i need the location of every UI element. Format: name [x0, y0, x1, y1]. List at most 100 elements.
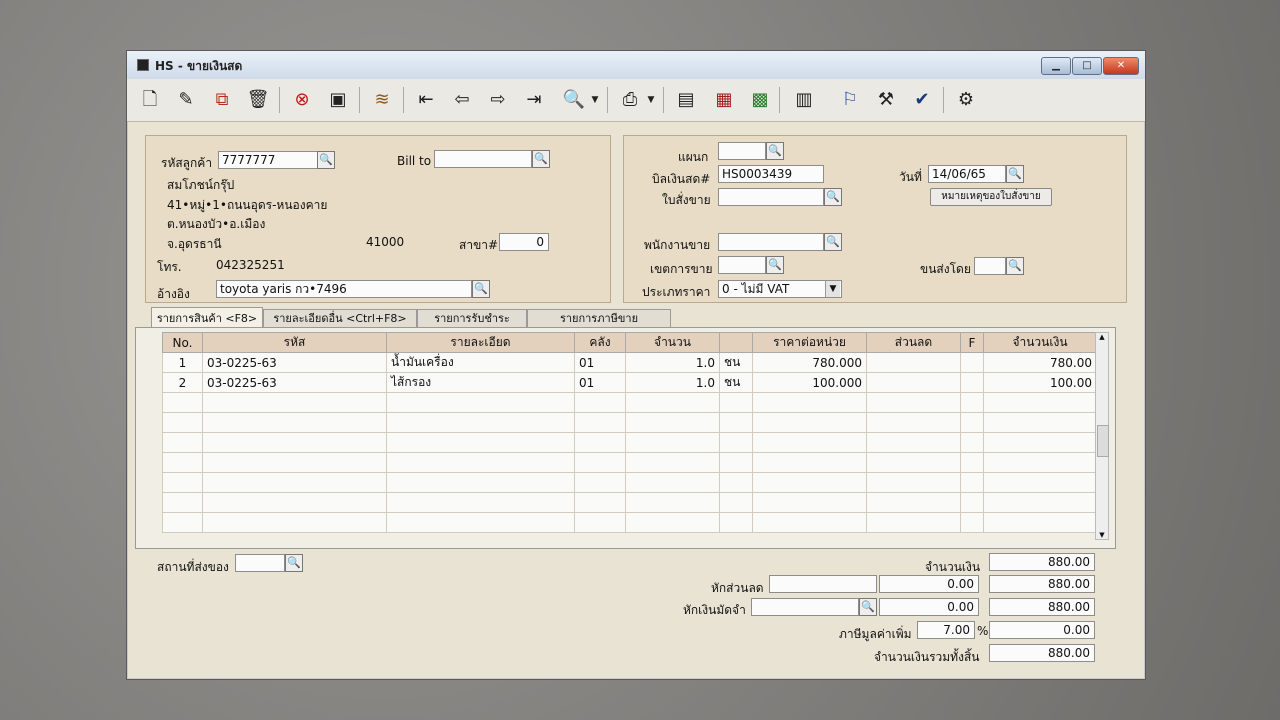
deposit-field[interactable]: 0.00 — [879, 598, 979, 616]
cell-empty[interactable] — [960, 472, 984, 493]
cell-empty[interactable] — [752, 432, 867, 453]
date-field[interactable]: 14/06/65 — [928, 165, 1006, 183]
table-row-empty[interactable] — [162, 492, 1097, 513]
copy-icon[interactable]: ⧉ — [209, 87, 235, 113]
tools-icon[interactable]: ⚒ — [873, 87, 899, 113]
cell-empty[interactable] — [202, 512, 387, 533]
cell-empty[interactable] — [162, 392, 203, 413]
cell-empty[interactable] — [202, 452, 387, 473]
column-header-no[interactable]: No. — [162, 332, 203, 353]
table-row-empty[interactable] — [162, 452, 1097, 473]
cell-empty[interactable] — [202, 432, 387, 453]
cell-quantity[interactable]: 1.0 — [625, 372, 720, 393]
scroll-down-icon[interactable]: ▼ — [1096, 531, 1108, 539]
cell-empty[interactable] — [719, 412, 753, 433]
cell-empty[interactable] — [202, 472, 387, 493]
cell-empty[interactable] — [752, 392, 867, 413]
table-row[interactable]: 1 03-0225-63 น้ำมันเครื่อง 01 1.0 ชน 780.000 78… — [162, 352, 1097, 373]
cell-empty[interactable] — [625, 452, 720, 473]
sales-zone-search-icon[interactable]: 🔍 — [766, 256, 784, 274]
cell-empty[interactable] — [625, 512, 720, 533]
ship-place-search-icon[interactable]: 🔍 — [285, 554, 303, 572]
cell-code[interactable]: 03-0225-63 — [202, 372, 387, 393]
cell-discount[interactable] — [866, 352, 961, 373]
edit-icon[interactable]: ✎ — [173, 87, 199, 113]
column-header-code[interactable]: รหัส — [202, 332, 387, 353]
cell-empty[interactable] — [752, 472, 867, 493]
bill-no-field[interactable]: HS0003439 — [718, 165, 824, 183]
cell-empty[interactable] — [866, 412, 961, 433]
scroll-up-icon[interactable]: ▲ — [1096, 333, 1108, 341]
cell-empty[interactable] — [960, 392, 984, 413]
cell-empty[interactable] — [719, 452, 753, 473]
cell-empty[interactable] — [866, 452, 961, 473]
find-dropdown-icon[interactable]: ▼ — [589, 87, 601, 113]
cell-empty[interactable] — [719, 472, 753, 493]
cell-empty[interactable] — [719, 392, 753, 413]
export-icon[interactable]: ▩ — [747, 87, 773, 113]
cell-code[interactable]: 03-0225-63 — [202, 352, 387, 373]
table-row-empty[interactable] — [162, 472, 1097, 493]
cell-empty[interactable] — [386, 392, 575, 413]
cell-empty[interactable] — [625, 492, 720, 513]
cell-empty[interactable] — [202, 412, 387, 433]
cancel-icon[interactable]: ⊗ — [289, 87, 315, 113]
cell-empty[interactable] — [162, 452, 203, 473]
cell-f[interactable] — [960, 352, 984, 373]
save-icon[interactable]: ▣ — [325, 87, 351, 113]
cell-empty[interactable] — [574, 492, 626, 513]
cell-discount[interactable] — [866, 372, 961, 393]
cell-empty[interactable] — [202, 492, 387, 513]
cell-description[interactable]: ไส้กรอง — [386, 372, 575, 393]
cell-empty[interactable] — [983, 512, 1097, 533]
cell-empty[interactable] — [202, 392, 387, 413]
prev-icon[interactable]: ⇦ — [449, 87, 475, 113]
last-icon[interactable]: ⇥ — [521, 87, 547, 113]
tab-sales-tax[interactable]: รายการภาษีขาย <Ctrl+F7> — [527, 309, 671, 343]
cell-description[interactable]: น้ำมันเครื่อง — [386, 352, 575, 373]
cell-empty[interactable] — [162, 472, 203, 493]
cell-empty[interactable] — [866, 432, 961, 453]
calc-icon[interactable]: ▤ — [673, 87, 699, 113]
cell-empty[interactable] — [960, 512, 984, 533]
cell-no[interactable]: 2 — [162, 372, 203, 393]
cell-amount[interactable]: 780.00 — [983, 352, 1097, 373]
table-row-empty[interactable] — [162, 392, 1097, 413]
cell-empty[interactable] — [983, 412, 1097, 433]
discount-code-field[interactable] — [769, 575, 877, 593]
cell-empty[interactable] — [960, 432, 984, 453]
cell-empty[interactable] — [719, 432, 753, 453]
bill-to-search-icon[interactable]: 🔍 — [532, 150, 550, 168]
cell-amount[interactable]: 100.00 — [983, 372, 1097, 393]
close-button[interactable]: ✕ — [1103, 57, 1139, 75]
cell-empty[interactable] — [983, 452, 1097, 473]
column-header-description[interactable]: รายละเอียด — [386, 332, 575, 353]
ok-stamp-icon[interactable]: ⚐ — [837, 87, 863, 113]
column-header-f[interactable]: F — [960, 332, 984, 353]
table-row[interactable]: 2 03-0225-63 ไส้กรอง 01 1.0 ชน 100.000 100.00 — [162, 372, 1097, 393]
cell-empty[interactable] — [625, 412, 720, 433]
ship-place-field[interactable] — [235, 554, 285, 572]
tab-payments[interactable]: รายการรับชำระ <F7> — [417, 309, 527, 343]
cell-empty[interactable] — [574, 452, 626, 473]
cell-empty[interactable] — [866, 512, 961, 533]
tab-items[interactable]: รายการสินค้า <F8> — [151, 307, 263, 328]
cell-no[interactable]: 1 — [162, 352, 203, 373]
sales-zone-field[interactable] — [718, 256, 766, 274]
cell-unit-price[interactable]: 780.000 — [752, 352, 867, 373]
cell-warehouse[interactable]: 01 — [574, 352, 626, 373]
report-icon[interactable]: ▥ — [791, 87, 817, 113]
date-picker-icon[interactable]: 🔍 — [1006, 165, 1024, 183]
next-icon[interactable]: ⇨ — [485, 87, 511, 113]
cell-empty[interactable] — [386, 512, 575, 533]
cell-empty[interactable] — [162, 512, 203, 533]
document-icon[interactable]: ▦ — [711, 87, 737, 113]
cell-quantity[interactable]: 1.0 — [625, 352, 720, 373]
cell-empty[interactable] — [386, 452, 575, 473]
cell-empty[interactable] — [574, 472, 626, 493]
cell-empty[interactable] — [574, 412, 626, 433]
cell-empty[interactable] — [386, 472, 575, 493]
table-row-empty[interactable] — [162, 432, 1097, 453]
cell-empty[interactable] — [574, 432, 626, 453]
grid-scrollbar[interactable]: ▲ ▼ — [1095, 332, 1109, 540]
